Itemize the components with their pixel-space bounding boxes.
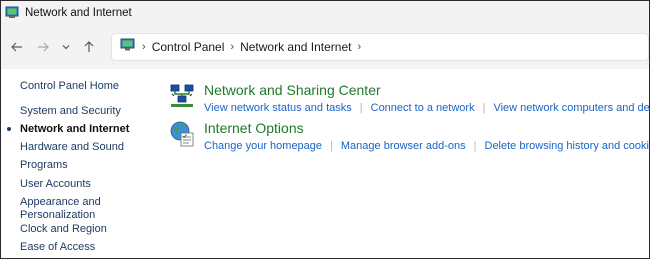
link-divider: | — [473, 140, 477, 152]
sidebar-item-appearance-and-personalization[interactable]: Appearance and — [20, 195, 101, 209]
network-and-sharing-center-tasks: View network status and tasks | Connect … — [204, 102, 649, 114]
sidebar-item-clock-and-region[interactable]: Clock and Region — [20, 222, 107, 236]
link-divider: | — [359, 102, 363, 114]
link-divider: | — [482, 102, 486, 114]
view-network-computers-link[interactable]: View network computers and devices — [493, 102, 649, 114]
arrow-up-icon — [84, 40, 94, 52]
forward-button[interactable] — [33, 35, 53, 59]
back-button[interactable] — [7, 35, 27, 59]
up-button[interactable] — [79, 35, 99, 59]
internet-options-tasks: Change your homepage | Manage browser ad… — [204, 140, 650, 152]
arrow-right-icon — [38, 42, 50, 51]
breadcrumb-control-panel[interactable]: Control Panel — [152, 40, 225, 54]
link-divider: | — [330, 140, 333, 152]
network-and-sharing-center-link[interactable]: Network and Sharing Center — [204, 82, 381, 98]
internet-options-icon[interactable] — [169, 120, 195, 148]
title-bar: Network and Internet — [1, 1, 649, 24]
sidebar-item-user-accounts[interactable]: User Accounts — [20, 177, 91, 191]
arrow-left-icon — [11, 42, 23, 51]
view-network-status-link[interactable]: View network status and tasks — [204, 102, 352, 114]
active-item-bullet — [7, 127, 11, 131]
control-panel-location-icon — [120, 38, 136, 55]
internet-options-link[interactable]: Internet Options — [204, 120, 304, 136]
delete-browsing-history-link[interactable]: Delete browsing history and cookies — [485, 140, 650, 152]
address-bar[interactable]: › Control Panel › Network and Internet › — [111, 32, 649, 61]
manage-browser-addons-link[interactable]: Manage browser add-ons — [341, 140, 466, 152]
navigation-bar: › Control Panel › Network and Internet › — [1, 24, 649, 69]
connect-to-network-link[interactable]: Connect to a network — [371, 102, 475, 114]
window-title: Network and Internet — [25, 6, 132, 19]
change-homepage-link[interactable]: Change your homepage — [204, 140, 322, 152]
breadcrumb-chevron-icon[interactable]: › — [357, 41, 361, 53]
recent-locations-button[interactable] — [59, 35, 72, 59]
sidebar-control-panel-home[interactable]: Control Panel Home — [20, 79, 119, 93]
content-area: Control Panel Home System and Security N… — [1, 69, 649, 258]
breadcrumb-chevron-icon[interactable]: › — [142, 41, 146, 53]
control-panel-icon — [5, 6, 19, 19]
breadcrumb-network-and-internet[interactable]: Network and Internet — [240, 40, 351, 54]
sidebar-item-ease-of-access[interactable]: Ease of Access — [20, 240, 95, 254]
sidebar-item-system-and-security[interactable]: System and Security — [20, 104, 121, 118]
breadcrumb-chevron-icon[interactable]: › — [230, 41, 234, 53]
sidebar-item-network-and-internet[interactable]: Network and Internet — [20, 122, 129, 136]
sidebar-item-appearance-and-personalization[interactable]: Personalization — [20, 208, 95, 222]
chevron-down-icon — [62, 44, 70, 49]
control-panel-window: Network and Internet › Control Panel › N… — [0, 0, 650, 259]
network-sharing-icon[interactable] — [169, 82, 195, 110]
sidebar-item-programs[interactable]: Programs — [20, 158, 68, 172]
sidebar-item-hardware-and-sound[interactable]: Hardware and Sound — [20, 140, 124, 154]
